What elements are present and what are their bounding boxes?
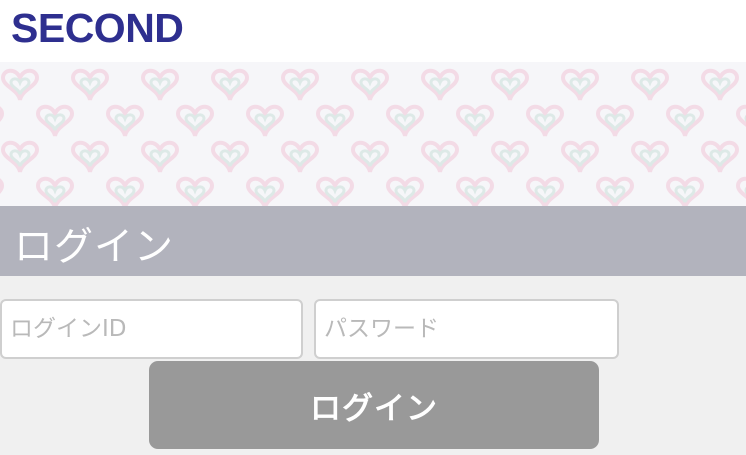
- heart-icon: [245, 104, 285, 137]
- heart-icon: [245, 176, 285, 206]
- heart-icon: [385, 176, 425, 206]
- heart-icon: [280, 140, 320, 173]
- heart-icon: [140, 68, 180, 101]
- heart-icon: [420, 68, 460, 101]
- heart-icon: [560, 140, 600, 173]
- heart-icon: [735, 104, 746, 127]
- heart-icon: [700, 140, 740, 173]
- heart-icon: [735, 176, 746, 199]
- login-button[interactable]: ログイン: [149, 361, 599, 449]
- heart-icon: [0, 178, 5, 194]
- heart-icon: [455, 176, 495, 206]
- heart-icon: [0, 68, 40, 101]
- heart-icon: [70, 140, 110, 173]
- site-header: SECOND: [0, 0, 746, 62]
- heart-pattern-banner: [0, 62, 746, 206]
- heart-icon: [280, 68, 320, 101]
- heart-icon: [35, 104, 75, 137]
- heart-icon: [0, 140, 40, 173]
- heart-icon: [0, 106, 5, 122]
- heart-icon: [140, 140, 180, 173]
- login-section-title: ログイン: [14, 225, 175, 270]
- heart-icon: [105, 176, 145, 206]
- heart-icon: [630, 68, 670, 101]
- heart-icon: [315, 176, 355, 206]
- heart-icon: [665, 104, 705, 137]
- heart-icon: [525, 176, 565, 206]
- heart-icon: [210, 68, 250, 101]
- heart-icon: [35, 176, 75, 206]
- heart-icon: [455, 104, 495, 137]
- heart-icon: [420, 140, 460, 173]
- heart-icon: [70, 68, 110, 101]
- heart-icon: [385, 104, 425, 137]
- heart-icon: [490, 68, 530, 101]
- site-logo[interactable]: SECOND: [11, 5, 184, 52]
- login-section-bar: ログイン: [0, 206, 746, 276]
- heart-icon: [315, 104, 355, 137]
- heart-icon: [350, 68, 390, 101]
- heart-icon: [490, 140, 530, 173]
- heart-icon: [525, 104, 565, 137]
- heart-icon: [560, 68, 600, 101]
- login-id-input[interactable]: [0, 299, 303, 359]
- heart-icon: [175, 176, 215, 206]
- heart-icon: [350, 140, 390, 173]
- heart-icon: [175, 104, 215, 137]
- heart-icon: [700, 68, 740, 101]
- heart-icon: [595, 176, 635, 206]
- heart-icon: [105, 104, 145, 137]
- heart-icon: [595, 104, 635, 137]
- password-input[interactable]: [314, 299, 619, 359]
- heart-icon: [210, 140, 250, 173]
- heart-pattern: [0, 68, 746, 206]
- heart-icon: [665, 176, 705, 206]
- heart-icon: [630, 140, 670, 173]
